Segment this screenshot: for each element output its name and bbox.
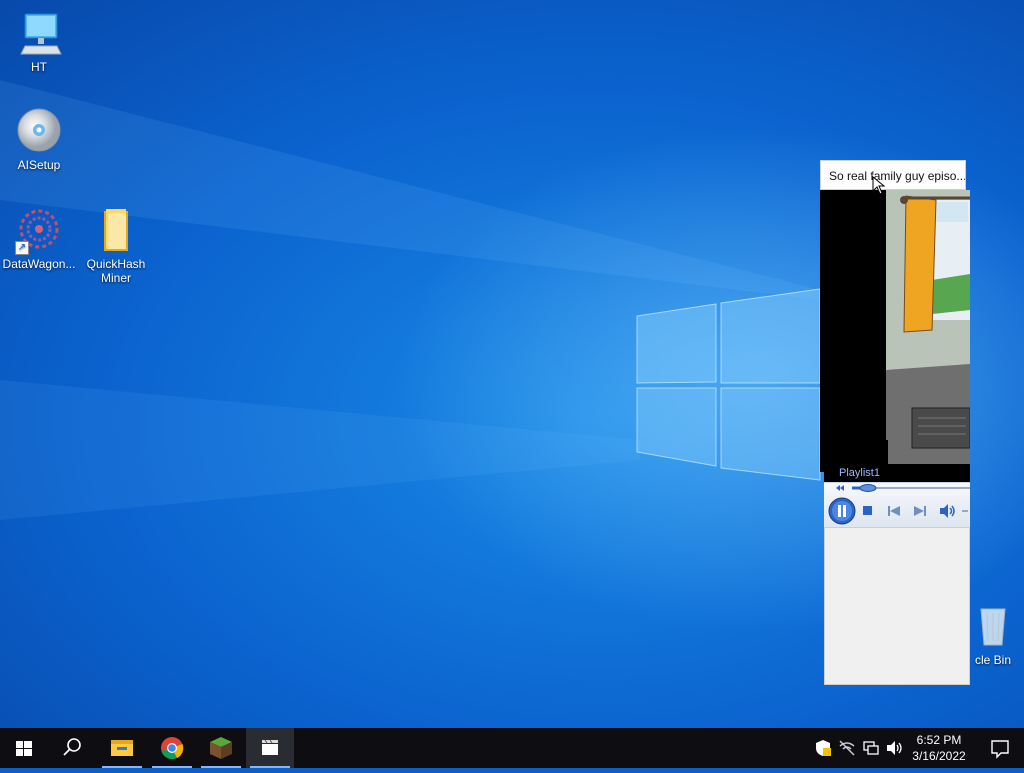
- search-button[interactable]: [48, 728, 96, 768]
- desktop-icon-ht[interactable]: HT: [1, 10, 77, 74]
- action-center-button[interactable]: [976, 728, 1024, 768]
- desktop-icon-label: QuickHash Miner: [86, 257, 146, 285]
- desktop-icon-quickhash-miner[interactable]: QuickHash Miner: [78, 207, 154, 285]
- volume-slider[interactable]: [962, 503, 968, 519]
- windows-logo-icon: [16, 741, 32, 756]
- stop-button[interactable]: [861, 504, 875, 518]
- clock-time: 6:52 PM: [916, 733, 962, 747]
- computer-icon: [15, 10, 63, 58]
- chrome-icon: [161, 737, 184, 760]
- library-panel[interactable]: [824, 527, 970, 685]
- playback-controls: [824, 482, 970, 528]
- taskbar-minecraft[interactable]: [197, 728, 245, 768]
- video-area[interactable]: [820, 190, 970, 472]
- datawagon-icon: ↗: [15, 207, 63, 255]
- desktop-icon-aisetup[interactable]: AISetup: [1, 108, 77, 172]
- recycle-bin-icon: [969, 603, 1017, 651]
- folder-icon: [111, 740, 133, 756]
- volume-icon[interactable]: [885, 738, 905, 758]
- taskbar-clock[interactable]: 6:52 PM 3/16/2022: [904, 732, 974, 764]
- desktop-icon-datawagon[interactable]: ↗ DataWagon...: [1, 207, 77, 271]
- folder-icon: [92, 207, 140, 255]
- disc-icon: [15, 108, 63, 156]
- start-button[interactable]: [0, 728, 48, 768]
- desktop-icon-label: DataWagon...: [2, 257, 76, 271]
- taskbar-file-explorer[interactable]: [98, 728, 146, 768]
- taskbar-media-player[interactable]: [246, 728, 294, 768]
- pause-button[interactable]: [828, 497, 856, 525]
- volume-button[interactable]: [938, 503, 958, 519]
- grass-block-icon: [210, 737, 232, 759]
- next-button[interactable]: [912, 504, 928, 518]
- clock-date: 3/16/2022: [912, 749, 966, 763]
- security-icon[interactable]: [813, 738, 833, 758]
- desktop: HT AISetup ↗ DataWagon... QuickHash Mine…: [0, 0, 1024, 728]
- notification-icon: [991, 740, 1009, 759]
- network-icon[interactable]: [861, 738, 881, 758]
- taskbar: 6:52 PM 3/16/2022: [0, 728, 1024, 768]
- media-player-title[interactable]: So real family guy episo...: [820, 160, 966, 190]
- mouse-cursor-icon: [872, 176, 886, 195]
- desktop-icon-label: AISetup: [17, 158, 61, 172]
- clapper-icon: [262, 739, 278, 755]
- media-player-window[interactable]: So real family guy episo... Playlist1: [820, 160, 970, 685]
- video-frame: [820, 190, 970, 472]
- network-warning-icon[interactable]: [837, 738, 857, 758]
- desktop-icon-label: HT: [31, 60, 47, 74]
- search-icon: [63, 738, 81, 756]
- playlist-label[interactable]: Playlist1: [824, 464, 970, 482]
- shortcut-arrow-icon: ↗: [15, 241, 29, 255]
- previous-button[interactable]: [886, 504, 902, 518]
- taskbar-chrome[interactable]: [148, 728, 196, 768]
